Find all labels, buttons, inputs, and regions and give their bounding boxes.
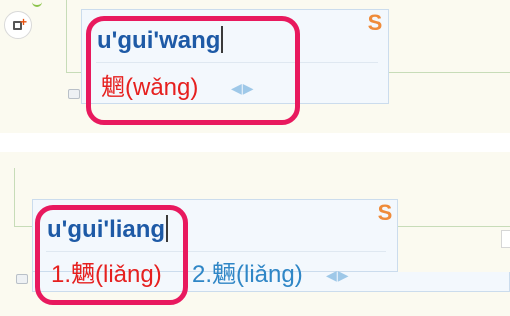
emoji-icon[interactable] — [16, 274, 28, 284]
sogou-logo-icon: S — [377, 200, 393, 225]
page-prev-icon[interactable]: ◀ — [326, 267, 338, 283]
candidate-2[interactable]: 2.魎(liǎng) — [192, 261, 303, 289]
page-arrows[interactable]: ◀▶ — [326, 267, 350, 283]
emoji-icon[interactable] — [68, 89, 80, 99]
page-next-icon[interactable]: ▶ — [338, 267, 350, 283]
add-button[interactable]: + — [4, 11, 32, 39]
sogou-logo-icon: S — [367, 10, 383, 35]
highlight-box-bottom — [35, 205, 188, 305]
highlight-box-top — [86, 16, 300, 125]
side-scroll-handle[interactable] — [501, 230, 510, 248]
